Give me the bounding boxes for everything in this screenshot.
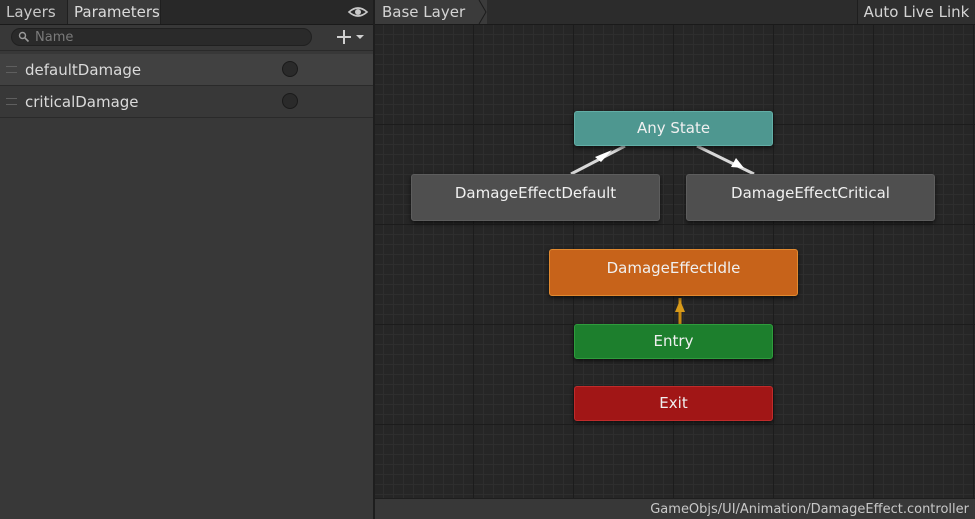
auto-live-link-button[interactable]: Auto Live Link xyxy=(857,0,975,24)
eye-icon[interactable] xyxy=(346,2,370,22)
trigger-toggle[interactable] xyxy=(282,93,298,109)
parameter-row-criticaldamage[interactable]: criticalDamage xyxy=(0,86,373,118)
state-damage-effect-idle[interactable]: DamageEffectIdle xyxy=(549,249,798,296)
add-icon xyxy=(337,30,351,44)
tab-layers[interactable]: Layers xyxy=(0,0,68,24)
search-placeholder: Name xyxy=(35,30,74,45)
state-exit[interactable]: Exit xyxy=(574,386,773,421)
parameter-name[interactable]: criticalDamage xyxy=(25,86,139,118)
search-icon xyxy=(18,31,30,43)
state-damage-effect-default[interactable]: DamageEffectDefault xyxy=(411,174,660,221)
parameter-name[interactable]: defaultDamage xyxy=(25,54,141,86)
state-entry[interactable]: Entry xyxy=(574,324,773,359)
breadcrumb[interactable]: Base Layer xyxy=(375,0,488,24)
search-field[interactable]: Name xyxy=(11,28,312,46)
state-any-state[interactable]: Any State xyxy=(574,111,773,146)
status-bar: GameObjs/UI/Animation/DamageEffect.contr… xyxy=(375,498,975,519)
add-parameter-button[interactable] xyxy=(333,27,371,47)
panel-tabbar: Layers Parameters xyxy=(0,0,373,25)
parameter-row-defaultdamage[interactable]: defaultDamage xyxy=(0,54,373,86)
state-damage-effect-critical[interactable]: DamageEffectCritical xyxy=(686,174,935,221)
transition-arrow-icon xyxy=(675,300,685,312)
trigger-toggle[interactable] xyxy=(282,61,298,77)
tab-parameters[interactable]: Parameters xyxy=(68,0,161,24)
breadcrumb-arrow-icon xyxy=(473,0,487,24)
controller-path: GameObjs/UI/Animation/DamageEffect.contr… xyxy=(650,502,969,517)
search-row: Name xyxy=(0,25,373,51)
animator-graph[interactable]: Any State DamageEffectDefault DamageEffe… xyxy=(375,0,975,519)
graph-header: Base Layer Auto Live Link xyxy=(375,0,975,25)
transition-any-to-default[interactable] xyxy=(570,144,626,176)
transition-any-to-critical[interactable] xyxy=(696,144,755,176)
dropdown-arrow-icon xyxy=(356,35,364,39)
parameters-panel: Layers Parameters Name defaultDamage cri… xyxy=(0,0,373,519)
drag-handle-icon[interactable] xyxy=(6,66,17,73)
drag-handle-icon[interactable] xyxy=(6,98,17,105)
